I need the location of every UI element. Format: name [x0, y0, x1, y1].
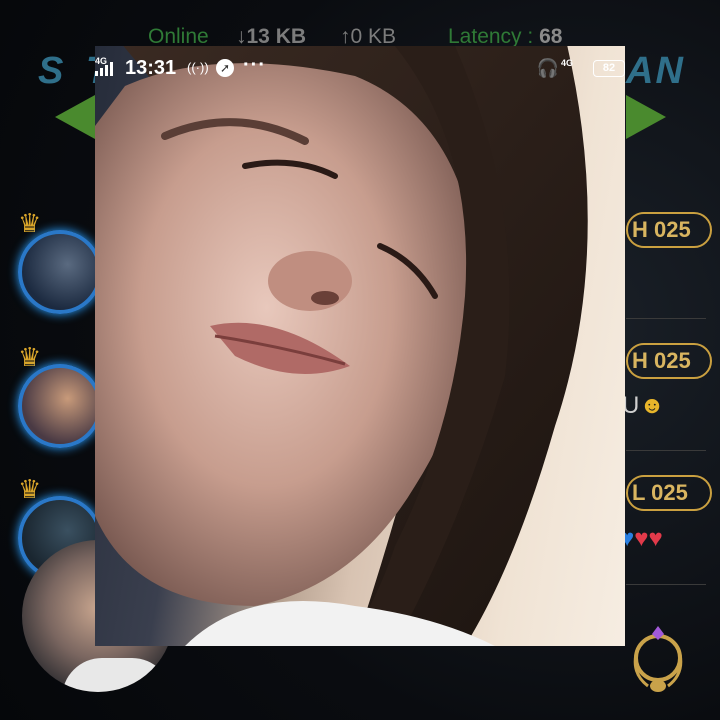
- divider: [626, 450, 706, 451]
- phone-status-bar: 4G 13:31 ((·)) ➚ ··· 🎧 4G 82: [95, 46, 625, 94]
- avatar-ring: [18, 364, 102, 448]
- video-frame: [95, 46, 588, 646]
- heart-emoji-icon: ♥♥: [634, 525, 663, 552]
- next-arrow-icon[interactable]: [626, 95, 666, 139]
- right-network-type: 4G: [560, 58, 573, 68]
- wifi-call-icon: ((·)): [187, 60, 209, 75]
- battery-level: 82: [602, 62, 616, 74]
- status-time: 13:31: [125, 57, 177, 79]
- banner-title-right: AN: [626, 50, 685, 92]
- crown-icon: ♛: [18, 208, 42, 238]
- latency-value: 68: [539, 25, 563, 48]
- video-call-feed[interactable]: [95, 46, 625, 646]
- heart-emoji-row: ♥♥♥: [620, 524, 663, 554]
- crown-icon: ♛: [18, 474, 42, 504]
- crown-icon: ♛: [18, 342, 42, 372]
- level-pill: H 025: [626, 343, 712, 379]
- viewer-avatar-1[interactable]: ♛: [18, 208, 102, 314]
- comment-text: U☻: [622, 392, 665, 420]
- signal-icon: 4G: [95, 56, 117, 78]
- level-pill: L 025: [626, 475, 712, 511]
- level-pill: H 025: [626, 212, 712, 248]
- smiley-emoji-icon: ☻: [639, 392, 665, 419]
- laurel-emblem-icon[interactable]: [626, 624, 690, 696]
- avatar-ring: [18, 230, 102, 314]
- prev-arrow-icon[interactable]: [55, 95, 95, 139]
- compass-icon: ➚: [216, 59, 234, 77]
- headphones-icon: 🎧: [536, 58, 559, 78]
- battery-icon: 82: [593, 60, 625, 77]
- more-indicator: ···: [243, 54, 266, 76]
- latency-label: Latency :: [448, 25, 540, 48]
- divider: [626, 318, 706, 319]
- avatar-shirt: [62, 658, 172, 692]
- divider: [626, 584, 706, 585]
- viewer-avatar-2[interactable]: ♛: [18, 342, 102, 448]
